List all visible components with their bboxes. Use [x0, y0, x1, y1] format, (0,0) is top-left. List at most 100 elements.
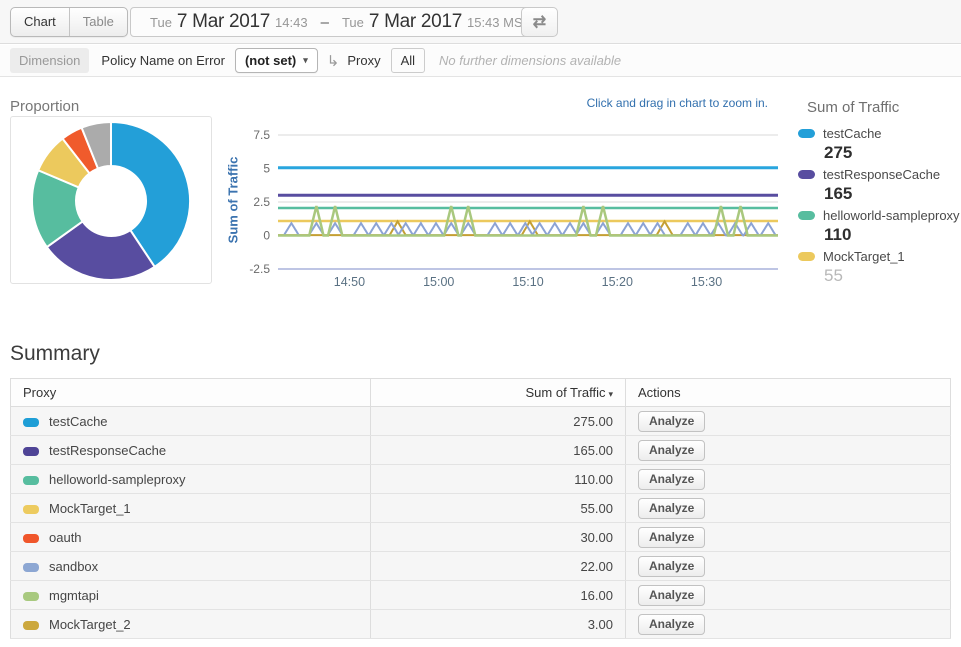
legend-item-toggle[interactable]: helloworld-sampleproxy [798, 207, 961, 224]
y-tick-label: 7.5 [253, 128, 270, 142]
proxy-color-dot [23, 505, 39, 514]
table-row-testCache: testCache 275.00 Analyze [11, 407, 951, 436]
start-day: Tue [145, 15, 177, 30]
legend-item-name: helloworld-sampleproxy [823, 207, 960, 224]
legend-item-value: 110 [798, 224, 961, 245]
analytics-page: Chart Table Tue 7 Mar 2017 14:43 – Tue 7… [0, 0, 961, 647]
proxy-name: sandbox [49, 559, 98, 574]
drilldown-label: Proxy [347, 53, 380, 68]
table-row-oauth: oauth30.00Analyze [11, 523, 951, 552]
y-tick-label: 2.5 [253, 195, 270, 209]
legend-color-pill [798, 129, 815, 138]
proxy-name: helloworld-sampleproxy [49, 472, 186, 487]
chart-tab[interactable]: Chart [11, 8, 69, 36]
dimension-value-dropdown[interactable]: (not set) ▾ [235, 48, 318, 73]
dimension-bar: Dimension Policy Name on Error (not set)… [0, 45, 961, 77]
legend-item-toggle[interactable]: testCache [798, 125, 961, 142]
table-tab[interactable]: Table [69, 8, 127, 36]
traffic-value: 3.00 [371, 610, 626, 639]
range-separator: – [313, 14, 337, 31]
traffic-line-chart[interactable]: 7.552.50-2.514:5015:0015:1015:2015:30 [232, 126, 778, 294]
proportion-title: Proportion [10, 98, 79, 115]
table-row-helloworld-sampleproxy: helloworld-sampleproxy 110.00 Analyze [11, 465, 951, 494]
proxy-name: testCache [49, 414, 108, 429]
analyze-button[interactable]: Analyze [638, 585, 705, 606]
traffic-value: 165.00 [371, 436, 626, 465]
no-dimensions-note: No further dimensions available [439, 53, 621, 68]
dimension-chip: Dimension [10, 48, 89, 73]
legend-item-value: 275 [798, 142, 961, 163]
analyze-button[interactable]: Analyze [638, 527, 705, 548]
subdimension-arrow-icon: ↳ [327, 52, 340, 70]
proportion-donut-panel [10, 116, 212, 284]
end-day: Tue [337, 15, 369, 30]
start-time: 14:43 [270, 15, 313, 30]
traffic-value: 55.00 [371, 494, 626, 523]
legend-color-pill [798, 252, 815, 261]
summary-title: Summary [10, 342, 100, 366]
proxy-color-dot [23, 534, 39, 543]
chart-legend: Sum of Traffic testCache275 testResponseC… [798, 99, 961, 289]
legend-item-value: 55 [798, 265, 961, 286]
legend-color-pill [798, 211, 815, 220]
legend-item-name: MockTarget_1 [823, 248, 905, 265]
summary-table: ProxySum of Traffic▾Actions testCache 275… [10, 378, 951, 639]
analyze-button[interactable]: Analyze [638, 411, 705, 432]
proxy-color-dot [23, 476, 39, 485]
proxy-name: MockTarget_2 [49, 617, 131, 632]
x-tick-label: 15:20 [602, 275, 633, 289]
legend-item-helloworld-sampleproxy: helloworld-sampleproxy110 [798, 207, 961, 245]
proxy-color-dot [23, 418, 39, 427]
legend-item-testResponseCache: testResponseCache165 [798, 166, 961, 204]
traffic-value: 110.00 [371, 465, 626, 494]
table-row-MockTarget_1: MockTarget_1 55.00 Analyze [11, 494, 951, 523]
analyze-button[interactable]: Analyze [638, 498, 705, 519]
proportion-donut-chart[interactable] [11, 117, 211, 283]
date-range-picker[interactable]: Tue 7 Mar 2017 14:43 – Tue 7 Mar 2017 15… [130, 7, 551, 37]
analyze-button[interactable]: Analyze [638, 440, 705, 461]
table-row-testResponseCache: testResponseCache 165.00 Analyze [11, 436, 951, 465]
top-toolbar: Chart Table Tue 7 Mar 2017 14:43 – Tue 7… [0, 0, 961, 44]
y-tick-label: 0 [263, 229, 270, 243]
proxy-name: mgmtapi [49, 588, 99, 603]
x-tick-label: 15:30 [691, 275, 722, 289]
proxy-name: MockTarget_1 [49, 501, 131, 516]
analyze-button[interactable]: Analyze [638, 614, 705, 635]
traffic-value: 275.00 [371, 407, 626, 436]
proxy-color-dot [23, 592, 39, 601]
legend-title: Sum of Traffic [798, 99, 961, 116]
end-date: 7 Mar 2017 [369, 11, 462, 33]
column-header-sum-of-traffic[interactable]: Sum of Traffic▾ [371, 379, 626, 407]
traffic-value: 16.00 [371, 581, 626, 610]
column-header-actions: Actions [626, 379, 951, 407]
summary-header-row: ProxySum of Traffic▾Actions [11, 379, 951, 407]
legend-item-toggle[interactable]: MockTarget_1 [798, 248, 961, 265]
proxy-name: testResponseCache [49, 443, 166, 458]
analyze-button[interactable]: Analyze [638, 556, 705, 577]
legend-items: testCache275testResponseCache165hellowor… [798, 125, 961, 286]
x-tick-label: 14:50 [334, 275, 365, 289]
table-row-mgmtapi: mgmtapi 16.00 Analyze [11, 581, 951, 610]
column-header-proxy: Proxy [11, 379, 371, 407]
legend-item-toggle[interactable]: testResponseCache [798, 166, 961, 183]
caret-down-icon: ▾ [303, 55, 308, 66]
proxy-name: oauth [49, 530, 82, 545]
proxy-color-dot [23, 563, 39, 572]
analyze-button[interactable]: Analyze [638, 469, 705, 490]
y-tick-label: -2.5 [249, 262, 270, 276]
start-date: 7 Mar 2017 [177, 11, 270, 33]
legend-color-pill [798, 170, 815, 179]
dimension-name-label: Policy Name on Error [101, 53, 225, 68]
zoom-hint-text: Click and drag in chart to zoom in. [480, 96, 768, 110]
refresh-icon: ⇄ [533, 12, 546, 32]
x-tick-label: 15:10 [512, 275, 543, 289]
drilldown-all-button[interactable]: All [391, 48, 425, 73]
table-row-MockTarget_2: MockTarget_2 3.00 Analyze [11, 610, 951, 639]
chart-table-toggle: Chart Table [10, 7, 128, 37]
x-tick-label: 15:00 [423, 275, 454, 289]
legend-item-MockTarget_1: MockTarget_155 [798, 248, 961, 286]
table-row-sandbox: sandbox22.00Analyze [11, 552, 951, 581]
legend-item-name: testCache [823, 125, 882, 142]
refresh-button[interactable]: ⇄ [521, 7, 558, 37]
legend-item-name: testResponseCache [823, 166, 940, 183]
